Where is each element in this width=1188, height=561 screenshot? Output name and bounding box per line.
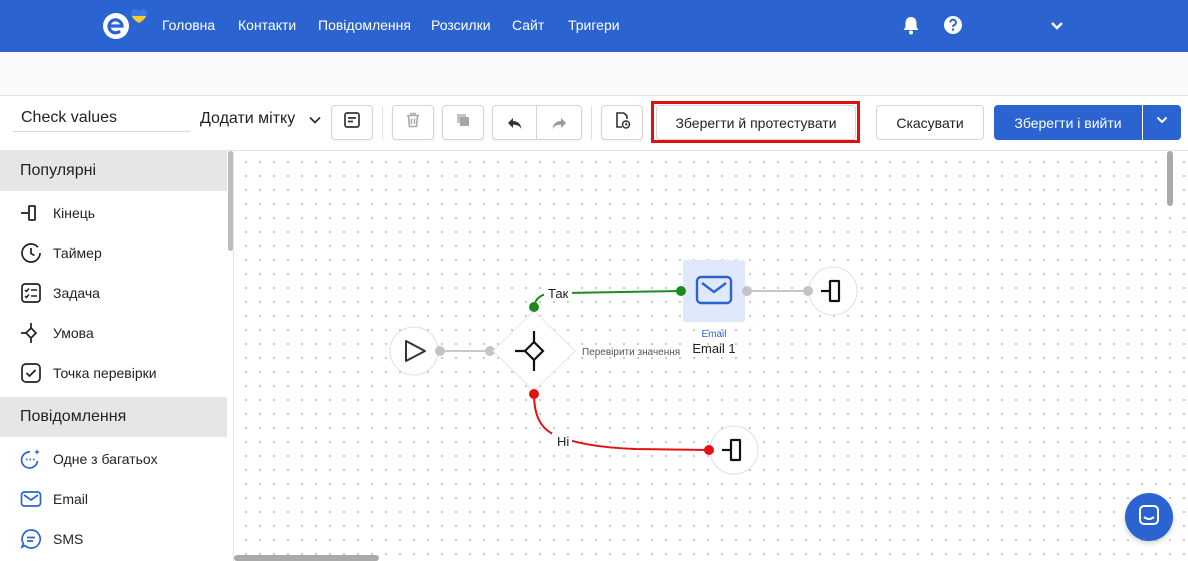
canvas-horizontal-scrollbar[interactable] xyxy=(234,555,379,561)
email-icon xyxy=(20,488,42,510)
email-node-name: Email 1 xyxy=(692,341,735,356)
blocks-sidebar: Популярні Кінець Таймер Задача Умова Точ… xyxy=(0,151,234,561)
nav-item-campaigns[interactable]: Розсилки xyxy=(431,17,491,33)
canvas-vertical-scrollbar[interactable] xyxy=(1167,151,1173,206)
save-and-exit-button[interactable]: Зберегти і вийти xyxy=(994,105,1142,140)
chevron-down-icon[interactable] xyxy=(308,113,322,132)
undo-icon[interactable] xyxy=(493,106,537,139)
sidebar-item-label: Задача xyxy=(53,285,100,301)
nav-item-home[interactable]: Головна xyxy=(162,17,215,33)
yes-branch-label: Так xyxy=(548,286,569,301)
note-icon xyxy=(342,110,362,135)
one-of-many-icon xyxy=(20,448,42,470)
sidebar-item-label: Точка перевірки xyxy=(53,365,157,381)
document-history-icon xyxy=(612,110,632,135)
add-tag-dropdown[interactable]: Додати мітку xyxy=(200,110,295,128)
scenario-name-input[interactable] xyxy=(13,104,190,132)
toolbar-divider xyxy=(382,106,383,140)
nav-item-site[interactable]: Сайт xyxy=(512,17,544,33)
checkpoint-icon xyxy=(20,362,42,384)
sidebar-item-label: Одне з багатьох xyxy=(53,451,158,467)
sidebar-item-email[interactable]: Email xyxy=(0,479,227,519)
notes-button[interactable] xyxy=(331,105,373,140)
chat-widget-button[interactable] xyxy=(1125,493,1173,541)
email-node[interactable] xyxy=(676,260,752,322)
undo-redo-group xyxy=(492,105,582,140)
sidebar-scrollbar[interactable] xyxy=(228,151,233,251)
top-navigation-bar: Головна Контакти Повідомлення Розсилки С… xyxy=(0,0,1188,52)
history-button[interactable] xyxy=(601,105,643,140)
sidebar-item-label: Кінець xyxy=(53,205,96,221)
sidebar-item-label: Умова xyxy=(53,325,94,341)
flow-canvas[interactable]: Так Ні Перевірити значення Email Email 1 xyxy=(235,151,1188,561)
sidebar-item-task[interactable]: Задача xyxy=(0,273,227,313)
timer-icon xyxy=(20,242,42,264)
trash-icon xyxy=(403,110,423,135)
save-options-dropdown[interactable] xyxy=(1143,105,1181,140)
bell-icon[interactable] xyxy=(900,14,922,36)
logo[interactable] xyxy=(100,8,148,44)
start-node[interactable] xyxy=(389,326,445,376)
sms-icon xyxy=(20,528,42,550)
redo-icon[interactable] xyxy=(537,106,581,139)
end-node-yes[interactable] xyxy=(803,266,858,316)
condition-node-label: Перевірити значення xyxy=(582,347,680,358)
sidebar-item-one-of-many[interactable]: Одне з багатьох xyxy=(0,439,227,479)
sidebar-item-condition[interactable]: Умова xyxy=(0,313,227,353)
end-node-no[interactable] xyxy=(704,425,759,475)
sidebar-item-label: Email xyxy=(53,491,89,507)
chevron-down-icon xyxy=(1155,113,1169,132)
nav-item-messages[interactable]: Повідомлення xyxy=(318,17,411,33)
sidebar-item-label: SMS xyxy=(53,531,84,547)
email-node-type: Email xyxy=(701,329,726,340)
copy-button[interactable] xyxy=(442,105,484,140)
sidebar-item-label: Таймер xyxy=(53,245,102,261)
toolbar-divider xyxy=(591,106,592,140)
section-popular: Популярні xyxy=(0,151,227,191)
highlight-frame xyxy=(651,101,860,143)
cancel-button[interactable]: Скасувати xyxy=(876,105,984,140)
condition-icon xyxy=(20,322,42,344)
end-icon xyxy=(20,202,42,224)
task-icon xyxy=(20,282,42,304)
help-icon[interactable] xyxy=(942,14,964,36)
sidebar-item-timer[interactable]: Таймер xyxy=(0,233,227,273)
nav-item-triggers[interactable]: Тригери xyxy=(568,17,620,33)
no-branch-label: Ні xyxy=(557,434,569,449)
delete-button[interactable] xyxy=(392,105,434,140)
account-chevron-down-icon[interactable] xyxy=(1046,14,1068,36)
sidebar-item-end[interactable]: Кінець xyxy=(0,193,227,233)
chat-icon xyxy=(1137,503,1161,532)
nav-item-contacts[interactable]: Контакти xyxy=(238,17,296,33)
section-messages: Повідомлення xyxy=(0,397,227,437)
sub-header xyxy=(0,52,1188,96)
sidebar-item-sms[interactable]: SMS xyxy=(0,519,227,559)
sidebar-item-checkpoint[interactable]: Точка перевірки xyxy=(0,353,227,393)
copy-icon xyxy=(453,110,473,135)
condition-node[interactable] xyxy=(492,302,576,399)
